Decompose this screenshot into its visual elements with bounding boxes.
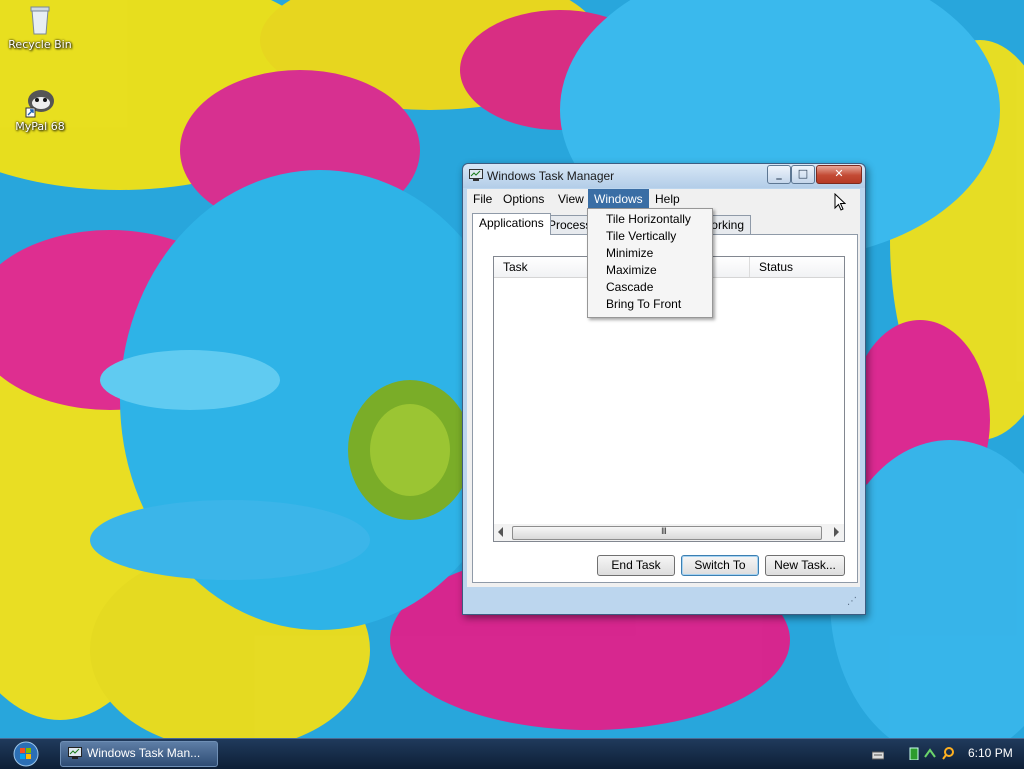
start-button[interactable] bbox=[4, 740, 44, 768]
mouse-cursor-icon bbox=[834, 193, 846, 211]
resize-grip-icon[interactable]: ⋰ bbox=[847, 596, 857, 607]
taskbar: Windows Task Man... 6:10 PM bbox=[0, 738, 1024, 769]
windows-dropdown-menu: Tile Horizontally Tile Vertically Minimi… bbox=[587, 208, 713, 318]
menu-option-tile-horizontally[interactable]: Tile Horizontally bbox=[606, 211, 691, 228]
scrollbar-thumb[interactable]: III bbox=[512, 526, 822, 540]
minimize-icon: _ bbox=[776, 167, 782, 180]
system-tray: 6:10 PM bbox=[860, 739, 1024, 769]
search-icon[interactable] bbox=[942, 747, 954, 760]
desktop-icon-recycle-bin[interactable]: Recycle Bin bbox=[4, 2, 76, 51]
menu-option-tile-vertically[interactable]: Tile Vertically bbox=[606, 228, 676, 245]
battery-icon[interactable] bbox=[908, 747, 920, 760]
end-task-button[interactable]: End Task bbox=[597, 555, 675, 576]
task-manager-icon bbox=[469, 169, 483, 181]
taskbar-clock[interactable]: 6:10 PM bbox=[968, 746, 1013, 760]
recycle-bin-icon bbox=[30, 6, 50, 35]
maximize-button[interactable]: □ bbox=[791, 165, 815, 184]
task-manager-icon bbox=[68, 747, 82, 759]
network-icon[interactable] bbox=[924, 747, 936, 760]
menu-windows[interactable]: Windows bbox=[588, 189, 649, 209]
menu-option-cascade[interactable]: Cascade bbox=[606, 279, 653, 296]
menu-bar: File Options View Windows Help bbox=[467, 189, 860, 209]
taskbar-button-task-manager[interactable]: Windows Task Man... bbox=[60, 741, 218, 767]
menu-option-maximize[interactable]: Maximize bbox=[606, 262, 657, 279]
scrollbar-grip: III bbox=[661, 527, 667, 537]
horizontal-scrollbar[interactable]: III bbox=[494, 524, 844, 541]
recycle-bin-label: Recycle Bin bbox=[8, 38, 72, 51]
menu-help[interactable]: Help bbox=[649, 189, 686, 209]
new-task-button[interactable]: New Task... bbox=[765, 555, 845, 576]
tab-applications[interactable]: Applications bbox=[472, 213, 551, 235]
mypal-label: MyPal 68 bbox=[15, 120, 65, 133]
keyboard-icon[interactable] bbox=[872, 749, 884, 762]
window-title: Windows Task Manager bbox=[487, 169, 615, 183]
scroll-right-arrow-icon[interactable] bbox=[834, 527, 839, 537]
switch-to-button[interactable]: Switch To bbox=[681, 555, 759, 576]
desktop-icon-mypal[interactable]: MyPal 68 bbox=[4, 84, 76, 133]
close-icon: ✕ bbox=[834, 167, 844, 180]
maximize-icon: □ bbox=[797, 167, 809, 180]
scroll-left-arrow-icon[interactable] bbox=[498, 527, 503, 537]
mypal-browser-icon bbox=[25, 90, 54, 118]
menu-option-bring-to-front[interactable]: Bring To Front bbox=[606, 296, 681, 313]
close-button[interactable]: ✕ bbox=[816, 165, 862, 184]
title-bar[interactable]: Windows Task Manager _ □ ✕ bbox=[463, 164, 865, 188]
taskbar-button-label: Windows Task Man... bbox=[87, 746, 201, 760]
menu-options[interactable]: Options bbox=[497, 189, 550, 209]
minimize-button[interactable]: _ bbox=[767, 165, 791, 184]
menu-view[interactable]: View bbox=[552, 189, 590, 209]
status-bar: ⋰ bbox=[467, 587, 860, 609]
menu-file[interactable]: File bbox=[467, 189, 498, 209]
menu-option-minimize[interactable]: Minimize bbox=[606, 245, 653, 262]
column-header-status[interactable]: Status bbox=[750, 257, 849, 277]
